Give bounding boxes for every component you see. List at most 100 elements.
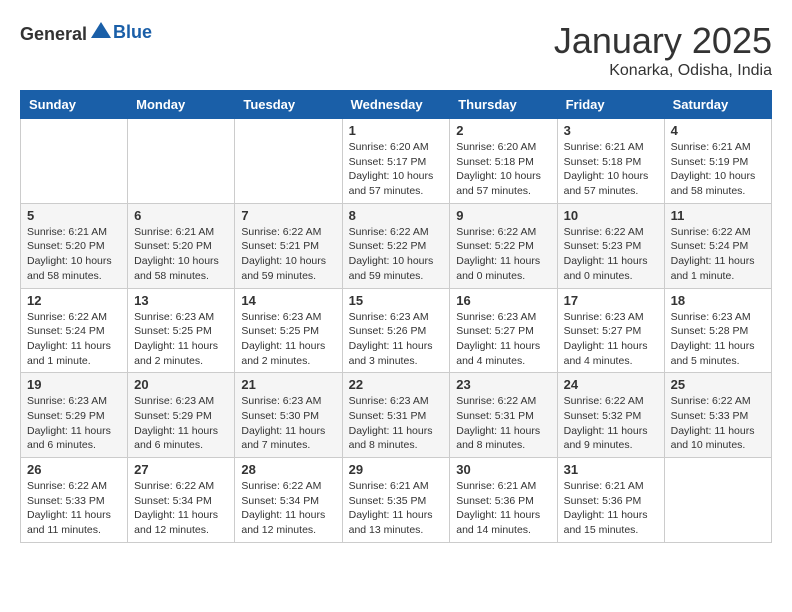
- title-area: January 2025 Konarka, Odisha, India: [554, 20, 772, 80]
- calendar-cell: 17Sunrise: 6:23 AM Sunset: 5:27 PM Dayli…: [557, 288, 664, 373]
- day-number: 20: [134, 377, 228, 392]
- day-number: 22: [349, 377, 444, 392]
- day-detail: Sunrise: 6:23 AM Sunset: 5:26 PM Dayligh…: [349, 310, 444, 369]
- day-number: 21: [241, 377, 335, 392]
- calendar-cell: 18Sunrise: 6:23 AM Sunset: 5:28 PM Dayli…: [664, 288, 771, 373]
- day-detail: Sunrise: 6:22 AM Sunset: 5:32 PM Dayligh…: [564, 394, 658, 453]
- day-number: 16: [456, 293, 550, 308]
- calendar-cell: 28 Sunrise: 6:22 AM Sunset: 5:34 PM Dayli…: [235, 458, 342, 543]
- logo-general: General: [20, 24, 87, 44]
- day-number: 27: [134, 462, 228, 477]
- day-detail: Sunrise: 6:21 AM Sunset: 5:36 PM Dayligh…: [456, 479, 550, 538]
- calendar-cell: [128, 119, 235, 204]
- calendar-cell: 3 Sunrise: 6:21 AM Sunset: 5:18 PM Daylig…: [557, 119, 664, 204]
- day-detail: Sunrise: 6:23 AM Sunset: 5:25 PM Dayligh…: [134, 310, 228, 369]
- day-number: 29: [349, 462, 444, 477]
- day-number: 26: [27, 462, 121, 477]
- calendar-cell: 26 Sunrise: 6:22 AM Sunset: 5:33 PM Dayli…: [21, 458, 128, 543]
- calendar-cell: [664, 458, 771, 543]
- calendar-cell: 15Sunrise: 6:23 AM Sunset: 5:26 PM Dayli…: [342, 288, 450, 373]
- calendar-cell: 25 Sunrise: 6:22 AM Sunset: 5:33 PM Dayli…: [664, 373, 771, 458]
- day-number: 7: [241, 208, 335, 223]
- calendar-cell: 7 Sunrise: 6:22 AM Sunset: 5:21 PM Daylig…: [235, 203, 342, 288]
- week-row-4: 26 Sunrise: 6:22 AM Sunset: 5:33 PM Dayli…: [21, 458, 772, 543]
- day-detail: Sunrise: 6:22 AM Sunset: 5:21 PM Dayligh…: [241, 225, 335, 284]
- day-detail: Sunrise: 6:20 AM Sunset: 5:17 PM Dayligh…: [349, 140, 444, 199]
- day-detail: Sunrise: 6:22 AM Sunset: 5:34 PM Dayligh…: [241, 479, 335, 538]
- location-title: Konarka, Odisha, India: [554, 62, 772, 80]
- calendar-cell: 9Sunrise: 6:22 AM Sunset: 5:22 PM Daylig…: [450, 203, 557, 288]
- day-detail: Sunrise: 6:23 AM Sunset: 5:30 PM Dayligh…: [241, 394, 335, 453]
- day-number: 6: [134, 208, 228, 223]
- day-number: 10: [564, 208, 658, 223]
- day-number: 4: [671, 123, 765, 138]
- weekday-tuesday: Tuesday: [235, 91, 342, 119]
- day-number: 5: [27, 208, 121, 223]
- calendar-cell: 16 Sunrise: 6:23 AM Sunset: 5:27 PM Dayli…: [450, 288, 557, 373]
- calendar-cell: 11Sunrise: 6:22 AM Sunset: 5:24 PM Dayli…: [664, 203, 771, 288]
- calendar-cell: 14 Sunrise: 6:23 AM Sunset: 5:25 PM Dayli…: [235, 288, 342, 373]
- calendar-cell: 19 Sunrise: 6:23 AM Sunset: 5:29 PM Dayli…: [21, 373, 128, 458]
- calendar-cell: 21 Sunrise: 6:23 AM Sunset: 5:30 PM Dayli…: [235, 373, 342, 458]
- weekday-header-row: SundayMondayTuesdayWednesdayThursdayFrid…: [21, 91, 772, 119]
- day-detail: Sunrise: 6:21 AM Sunset: 5:35 PM Dayligh…: [349, 479, 444, 538]
- calendar-cell: 20Sunrise: 6:23 AM Sunset: 5:29 PM Dayli…: [128, 373, 235, 458]
- day-detail: Sunrise: 6:20 AM Sunset: 5:18 PM Dayligh…: [456, 140, 550, 199]
- day-number: 19: [27, 377, 121, 392]
- calendar-cell: 6Sunrise: 6:21 AM Sunset: 5:20 PM Daylig…: [128, 203, 235, 288]
- day-detail: Sunrise: 6:21 AM Sunset: 5:18 PM Dayligh…: [564, 140, 658, 199]
- day-detail: Sunrise: 6:22 AM Sunset: 5:24 PM Dayligh…: [27, 310, 121, 369]
- day-detail: Sunrise: 6:23 AM Sunset: 5:27 PM Dayligh…: [456, 310, 550, 369]
- day-number: 18: [671, 293, 765, 308]
- day-detail: Sunrise: 6:22 AM Sunset: 5:23 PM Dayligh…: [564, 225, 658, 284]
- day-detail: Sunrise: 6:21 AM Sunset: 5:36 PM Dayligh…: [564, 479, 658, 538]
- calendar-cell: [235, 119, 342, 204]
- day-number: 30: [456, 462, 550, 477]
- day-number: 31: [564, 462, 658, 477]
- week-row-2: 12 Sunrise: 6:22 AM Sunset: 5:24 PM Dayli…: [21, 288, 772, 373]
- calendar-cell: 27Sunrise: 6:22 AM Sunset: 5:34 PM Dayli…: [128, 458, 235, 543]
- calendar-cell: 23 Sunrise: 6:22 AM Sunset: 5:31 PM Dayli…: [450, 373, 557, 458]
- day-detail: Sunrise: 6:22 AM Sunset: 5:22 PM Dayligh…: [349, 225, 444, 284]
- header: General Blue January 2025 Konarka, Odish…: [20, 20, 772, 80]
- calendar-cell: 31 Sunrise: 6:21 AM Sunset: 5:36 PM Dayli…: [557, 458, 664, 543]
- day-number: 23: [456, 377, 550, 392]
- calendar-cell: 13 Sunrise: 6:23 AM Sunset: 5:25 PM Dayli…: [128, 288, 235, 373]
- day-detail: Sunrise: 6:22 AM Sunset: 5:33 PM Dayligh…: [27, 479, 121, 538]
- calendar-cell: 4Sunrise: 6:21 AM Sunset: 5:19 PM Daylig…: [664, 119, 771, 204]
- week-row-0: 1 Sunrise: 6:20 AM Sunset: 5:17 PM Daylig…: [21, 119, 772, 204]
- day-number: 24: [564, 377, 658, 392]
- day-number: 14: [241, 293, 335, 308]
- day-detail: Sunrise: 6:22 AM Sunset: 5:33 PM Dayligh…: [671, 394, 765, 453]
- calendar-cell: 10 Sunrise: 6:22 AM Sunset: 5:23 PM Dayli…: [557, 203, 664, 288]
- logo-blue: Blue: [113, 22, 152, 42]
- day-number: 25: [671, 377, 765, 392]
- day-number: 28: [241, 462, 335, 477]
- logo-icon: [89, 20, 113, 40]
- calendar-cell: 24 Sunrise: 6:22 AM Sunset: 5:32 PM Dayli…: [557, 373, 664, 458]
- calendar-cell: 30 Sunrise: 6:21 AM Sunset: 5:36 PM Dayli…: [450, 458, 557, 543]
- weekday-monday: Monday: [128, 91, 235, 119]
- day-detail: Sunrise: 6:22 AM Sunset: 5:31 PM Dayligh…: [456, 394, 550, 453]
- day-number: 11: [671, 208, 765, 223]
- day-number: 1: [349, 123, 444, 138]
- day-number: 9: [456, 208, 550, 223]
- week-row-1: 5Sunrise: 6:21 AM Sunset: 5:20 PM Daylig…: [21, 203, 772, 288]
- day-number: 8: [349, 208, 444, 223]
- day-detail: Sunrise: 6:23 AM Sunset: 5:29 PM Dayligh…: [27, 394, 121, 453]
- day-detail: Sunrise: 6:23 AM Sunset: 5:25 PM Dayligh…: [241, 310, 335, 369]
- calendar-cell: [21, 119, 128, 204]
- weekday-wednesday: Wednesday: [342, 91, 450, 119]
- calendar-cell: 2Sunrise: 6:20 AM Sunset: 5:18 PM Daylig…: [450, 119, 557, 204]
- calendar-body: 1 Sunrise: 6:20 AM Sunset: 5:17 PM Daylig…: [21, 119, 772, 543]
- logo: General Blue: [20, 20, 152, 45]
- day-number: 3: [564, 123, 658, 138]
- day-number: 13: [134, 293, 228, 308]
- day-number: 17: [564, 293, 658, 308]
- calendar-cell: 22Sunrise: 6:23 AM Sunset: 5:31 PM Dayli…: [342, 373, 450, 458]
- week-row-3: 19 Sunrise: 6:23 AM Sunset: 5:29 PM Dayli…: [21, 373, 772, 458]
- weekday-thursday: Thursday: [450, 91, 557, 119]
- day-number: 12: [27, 293, 121, 308]
- calendar: SundayMondayTuesdayWednesdayThursdayFrid…: [20, 90, 772, 543]
- calendar-cell: 1 Sunrise: 6:20 AM Sunset: 5:17 PM Daylig…: [342, 119, 450, 204]
